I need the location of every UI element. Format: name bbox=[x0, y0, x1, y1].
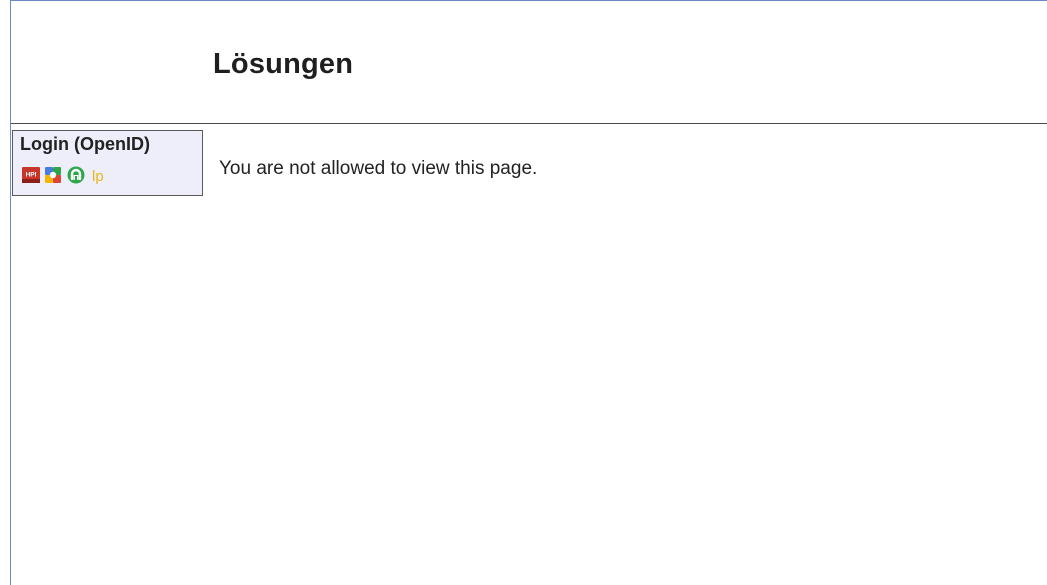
login-panel: Login (OpenID) HPI lp bbox=[12, 130, 203, 196]
launchpad-login-icon[interactable]: lp bbox=[91, 166, 113, 185]
google-login-icon[interactable] bbox=[44, 166, 62, 184]
login-openid-link[interactable]: Login (OpenID) bbox=[20, 134, 150, 155]
hpi-icon-label: HPI bbox=[26, 172, 37, 179]
hpi-login-icon[interactable]: HPI bbox=[22, 166, 40, 184]
launchpad-icon-label: lp bbox=[92, 168, 104, 184]
openid-login-icon[interactable] bbox=[67, 166, 85, 184]
page-frame: Lösungen Login (OpenID) HPI lp You are n… bbox=[10, 0, 1047, 585]
page-header: Lösungen bbox=[11, 1, 1047, 124]
page-title: Lösungen bbox=[213, 48, 354, 80]
access-denied-message: You are not allowed to view this page. bbox=[219, 158, 538, 179]
